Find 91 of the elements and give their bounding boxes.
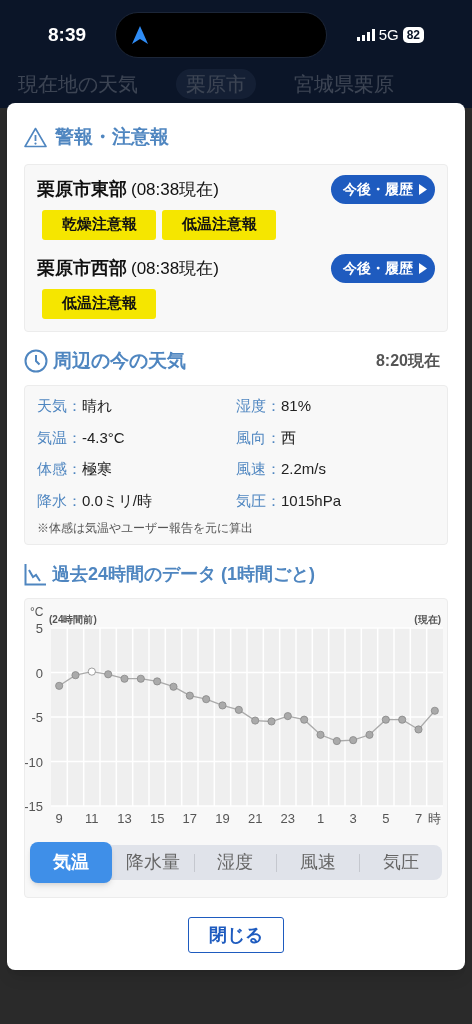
chart-tab[interactable]: 気圧 xyxy=(360,842,442,883)
x-axis-label: 9 xyxy=(55,811,63,826)
area-name: 栗原市西部 xyxy=(37,256,127,280)
data-point xyxy=(251,716,260,725)
x-axis-label: 3 xyxy=(349,811,357,826)
data-point xyxy=(349,736,358,745)
warning-icon xyxy=(24,126,47,148)
data-point xyxy=(234,705,243,714)
data-point xyxy=(267,717,276,726)
weather-value: 2.2m/s xyxy=(281,459,326,479)
battery-level: 82 xyxy=(402,27,424,43)
chart-tab[interactable]: 湿度 xyxy=(194,842,277,883)
network-label: 5G xyxy=(378,24,399,45)
data-point xyxy=(381,715,390,724)
y-axis-label: -10 xyxy=(25,754,43,770)
data-point xyxy=(120,674,129,683)
x-axis-label: 17 xyxy=(182,811,198,826)
data-point xyxy=(136,674,145,683)
history-button[interactable]: 今後・履歴 xyxy=(331,174,435,204)
data-point xyxy=(185,691,194,700)
play-triangle-icon xyxy=(419,262,427,274)
weather-value: 晴れ xyxy=(82,396,112,416)
area-name: 栗原市東部 xyxy=(37,177,127,201)
y-axis-label: -15 xyxy=(25,799,43,814)
data-point xyxy=(300,715,309,724)
x-axis-label: 1 xyxy=(316,811,325,826)
signal-icon xyxy=(356,29,375,41)
weather-value: 1015hPa xyxy=(281,490,342,511)
weather-value: 極寒 xyxy=(82,459,112,479)
weather-label: 天気： xyxy=(37,396,82,416)
x-axis-label: 15 xyxy=(149,811,165,826)
data-point xyxy=(87,667,96,676)
observation-time: 8:20現在 xyxy=(375,350,441,371)
status-time: 8:39 xyxy=(48,22,87,47)
footnote: ※体感は気温やユーザー報告を元に算出 xyxy=(37,520,254,537)
data-point xyxy=(55,681,64,690)
x-axis-label: 13 xyxy=(117,811,132,826)
chart-end-label: (現在) xyxy=(414,614,441,625)
x-axis-label: 19 xyxy=(215,811,230,826)
advisory-badge: 低温注意報 xyxy=(162,209,276,240)
weather-label: 気圧： xyxy=(236,490,281,511)
weather-value: -4.3°C xyxy=(82,427,125,448)
y-axis-label: 5 xyxy=(35,621,43,636)
data-point xyxy=(398,715,407,724)
section-title: 過去24時間のデータ (1時間ごと) xyxy=(52,563,316,586)
weather-value: 81% xyxy=(281,396,312,416)
data-point xyxy=(332,737,341,746)
line-chart-icon xyxy=(24,563,46,586)
x-axis-label: 7 xyxy=(414,811,423,826)
play-triangle-icon xyxy=(419,183,427,195)
chart-tab[interactable]: 気温 xyxy=(30,842,112,883)
weather-label: 気温： xyxy=(37,427,82,448)
weather-value: 0.0ミリ/時 xyxy=(82,490,153,511)
data-point xyxy=(153,677,162,686)
data-point xyxy=(71,671,80,680)
data-point xyxy=(283,712,292,721)
weather-label: 風速： xyxy=(236,459,281,479)
chart-tab[interactable]: 風速 xyxy=(277,842,360,883)
weather-label: 湿度： xyxy=(236,396,281,416)
data-point xyxy=(365,730,374,739)
data-point xyxy=(218,701,227,710)
data-point xyxy=(316,730,325,739)
chart-tab[interactable]: 降水量 xyxy=(111,842,194,883)
y-axis-label: 0 xyxy=(35,665,43,681)
location-arrow-icon xyxy=(132,26,149,44)
y-axis-unit: °C xyxy=(30,605,44,619)
x-axis-unit: 時 xyxy=(428,811,442,826)
advisory-badge: 低温注意報 xyxy=(42,288,156,319)
data-point xyxy=(202,695,211,704)
x-axis-label: 23 xyxy=(280,811,296,826)
weather-label: 降水： xyxy=(37,490,82,511)
x-axis-label: 11 xyxy=(85,811,99,826)
data-point xyxy=(169,682,178,691)
area-update-time: (08:38現在) xyxy=(131,257,219,280)
x-axis-label: 5 xyxy=(382,811,390,826)
section-title: 周辺の今の天気 xyxy=(53,348,186,373)
y-axis-label: -5 xyxy=(31,710,43,725)
history-button[interactable]: 今後・履歴 xyxy=(331,253,435,283)
clock-icon xyxy=(24,348,48,373)
weather-value: 西 xyxy=(281,427,296,448)
weather-label: 風向： xyxy=(236,427,281,448)
advisory-badge: 乾燥注意報 xyxy=(42,209,156,240)
weather-label: 体感： xyxy=(37,459,82,479)
close-button[interactable]: 閉じる xyxy=(188,917,284,953)
data-point xyxy=(104,670,113,679)
data-point xyxy=(430,706,439,715)
x-axis-label: 21 xyxy=(247,811,263,826)
section-title: 警報・注意報 xyxy=(55,125,169,149)
area-update-time: (08:38現在) xyxy=(131,178,219,201)
chart-start-label: (24時間前) xyxy=(49,614,97,625)
data-point xyxy=(414,725,423,734)
